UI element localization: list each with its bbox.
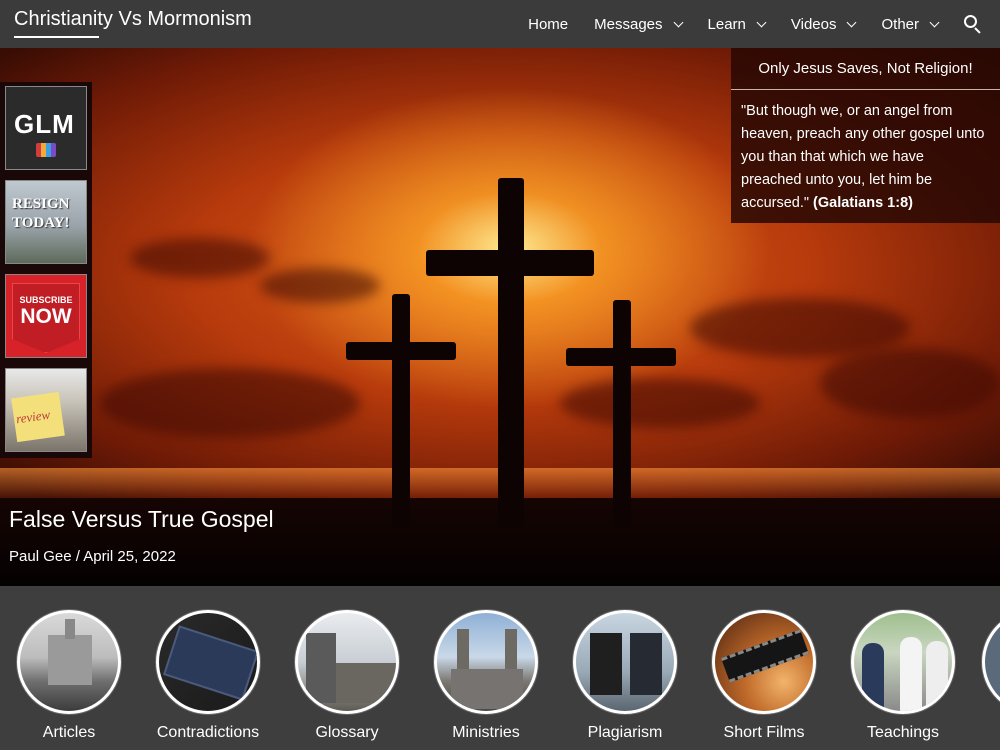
temple-shape xyxy=(48,635,92,685)
nav-learn[interactable]: Learn xyxy=(707,15,767,33)
category-image xyxy=(573,610,677,714)
category-teachings[interactable]: Teachings xyxy=(843,610,963,742)
building-shape xyxy=(306,633,336,703)
chevron-down-icon xyxy=(673,17,683,27)
glm-logo-text: GLM xyxy=(14,109,75,139)
nav-videos-label: Videos xyxy=(790,15,837,33)
nav-learn-label: Learn xyxy=(707,15,746,33)
category-image xyxy=(434,610,538,714)
building-shape xyxy=(336,663,396,703)
chevron-down-icon xyxy=(847,17,857,27)
category-image xyxy=(712,610,816,714)
thumb-subscribe-now[interactable]: SUBSCRIBE NOW xyxy=(5,274,87,358)
thumb-glm[interactable]: GLM xyxy=(5,86,87,170)
cloud xyxy=(560,378,760,428)
temple-spire xyxy=(65,619,75,639)
book-icon xyxy=(36,143,56,157)
category-image xyxy=(295,610,399,714)
left-cross-post xyxy=(392,294,410,528)
nav-messages[interactable]: Messages xyxy=(594,15,683,33)
now-text: NOW xyxy=(20,305,72,328)
chevron-down-icon xyxy=(756,17,767,27)
category-label: Plagiarism xyxy=(587,724,663,741)
category-ministries[interactable]: Ministries xyxy=(426,610,546,742)
category-partial-next[interactable] xyxy=(982,610,1000,714)
right-cross-beam xyxy=(566,348,676,366)
category-label: Articles xyxy=(42,724,96,741)
book-shape xyxy=(590,633,622,695)
category-image xyxy=(851,610,955,714)
right-cross-post xyxy=(613,300,631,528)
category-short-films[interactable]: Short Films xyxy=(704,610,824,742)
search-icon[interactable] xyxy=(964,15,982,34)
cloud xyxy=(820,348,1000,418)
person-shape xyxy=(926,641,948,711)
thumb-resign-today[interactable]: RESIGN TODAY! xyxy=(5,180,87,264)
nav-home-label: Home xyxy=(528,15,569,33)
person-shape xyxy=(862,643,884,711)
post-title[interactable]: False Versus True Gospel xyxy=(9,506,274,533)
category-strip: Articles Contradictions Glossary Ministr… xyxy=(0,586,1000,750)
resign-text: RESIGN TODAY! xyxy=(12,196,70,231)
cloud xyxy=(260,268,380,303)
cloud xyxy=(690,298,910,358)
active-title-underline xyxy=(14,36,99,38)
category-label: Teachings xyxy=(866,724,940,741)
category-label: Short Films xyxy=(723,724,805,741)
category-label: Glossary xyxy=(315,724,379,741)
category-image xyxy=(982,610,1000,714)
quote-widget: Only Jesus Saves, Not Religion! "But tho… xyxy=(731,48,1000,223)
site-header: Christianity Vs Mormonism Home Messages … xyxy=(0,0,1000,48)
film-strip-shape xyxy=(721,629,809,683)
center-cross-post xyxy=(498,178,524,528)
quote-reference: (Galatians 1:8) xyxy=(813,195,913,211)
sidebar-thumbnails: GLM RESIGN TODAY! SUBSCRIBE NOW review xyxy=(0,82,92,458)
site-title[interactable]: Christianity Vs Mormonism xyxy=(14,8,252,31)
nav-other[interactable]: Other xyxy=(881,15,940,33)
subscribe-text: SUBSCRIBE xyxy=(19,295,73,305)
nav-home[interactable]: Home xyxy=(528,16,568,33)
quote-body: "But though we, or an angel from heaven,… xyxy=(731,90,1000,215)
category-label: Contradictions xyxy=(156,724,260,741)
main-nav: Home Messages Learn Videos Other xyxy=(502,0,982,48)
post-meta: Paul Gee / April 25, 2022 xyxy=(9,548,176,565)
cloud xyxy=(130,238,270,278)
category-contradictions[interactable]: Contradictions xyxy=(148,610,268,742)
category-articles[interactable]: Articles xyxy=(9,610,129,742)
search-icon-handle xyxy=(974,27,981,34)
person-shape xyxy=(900,637,922,711)
category-image xyxy=(17,610,121,714)
left-cross-beam xyxy=(346,342,456,360)
nav-other-label: Other xyxy=(881,15,919,33)
book-shape xyxy=(630,633,662,695)
category-glossary[interactable]: Glossary xyxy=(287,610,407,742)
temple-shape xyxy=(451,669,523,709)
category-plagiarism[interactable]: Plagiarism xyxy=(565,610,685,742)
chevron-down-icon xyxy=(929,17,940,27)
book-of-mormon-shape xyxy=(163,625,257,701)
thumb-review[interactable]: review xyxy=(5,368,87,452)
category-label: Ministries xyxy=(452,724,520,741)
nav-messages-label: Messages xyxy=(594,15,663,33)
center-cross-beam xyxy=(426,250,594,276)
category-image xyxy=(156,610,260,714)
nav-videos[interactable]: Videos xyxy=(790,15,857,33)
cloud xyxy=(100,368,360,438)
quote-heading: Only Jesus Saves, Not Religion! xyxy=(731,48,1000,90)
